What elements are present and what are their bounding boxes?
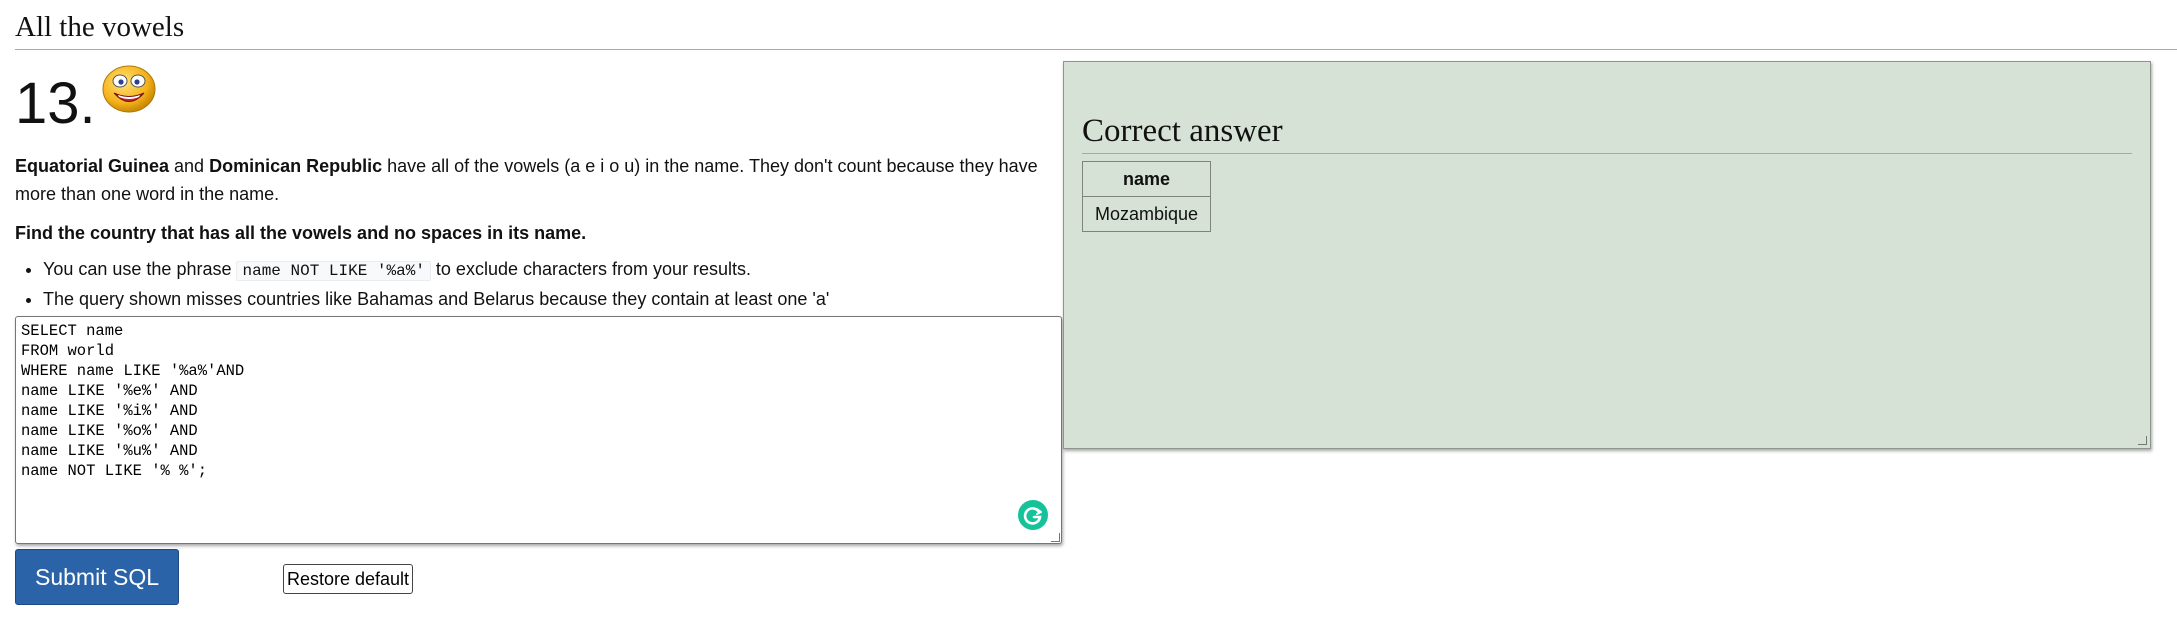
column-header-name: name <box>1081 161 1212 197</box>
sql-editor[interactable]: SELECT name FROM world WHERE name LIKE '… <box>15 316 1062 544</box>
question-instruction: Find the country that has all the vowels… <box>15 223 587 243</box>
question-intro: Equatorial Guinea and Dominican Republic… <box>15 152 1060 208</box>
smiley-face-icon <box>102 65 156 113</box>
country-name-2: Dominican Republic <box>209 156 383 176</box>
answer-title: Correct answer <box>1082 110 2132 154</box>
hint-item: The query shown misses countries like Ba… <box>43 285 1088 313</box>
section-title: All the vowels <box>15 8 2177 50</box>
hint-item: You can use the phrase name NOT LIKE '%a… <box>43 255 1088 285</box>
panel-resize-handle[interactable] <box>2138 436 2147 445</box>
hint-text: to exclude characters from your results. <box>430 259 752 279</box>
table-row: Mozambique <box>1081 196 1212 232</box>
restore-default-button[interactable]: Restore default <box>283 564 413 594</box>
editor-resize-handle[interactable] <box>1051 533 1060 542</box>
grammarly-glyph <box>1023 507 1042 525</box>
grammarly-icon[interactable] <box>1018 500 1048 530</box>
hint-text: You can use the phrase <box>43 259 237 279</box>
table-cell: Mozambique <box>1081 196 1212 232</box>
hint-list: You can use the phrase name NOT LIKE '%a… <box>15 255 1088 313</box>
hint-code: name NOT LIKE '%a%' <box>236 261 431 281</box>
answer-table: name Mozambique <box>1081 161 1212 232</box>
submit-sql-button[interactable]: Submit SQL <box>15 549 179 605</box>
intro-and: and <box>169 156 210 176</box>
answer-panel: Correct answer name Mozambique <box>1063 61 2151 449</box>
question-number: 13. <box>15 71 96 136</box>
table-header-row: name <box>1081 161 1212 197</box>
country-name-1: Equatorial Guinea <box>15 156 170 176</box>
